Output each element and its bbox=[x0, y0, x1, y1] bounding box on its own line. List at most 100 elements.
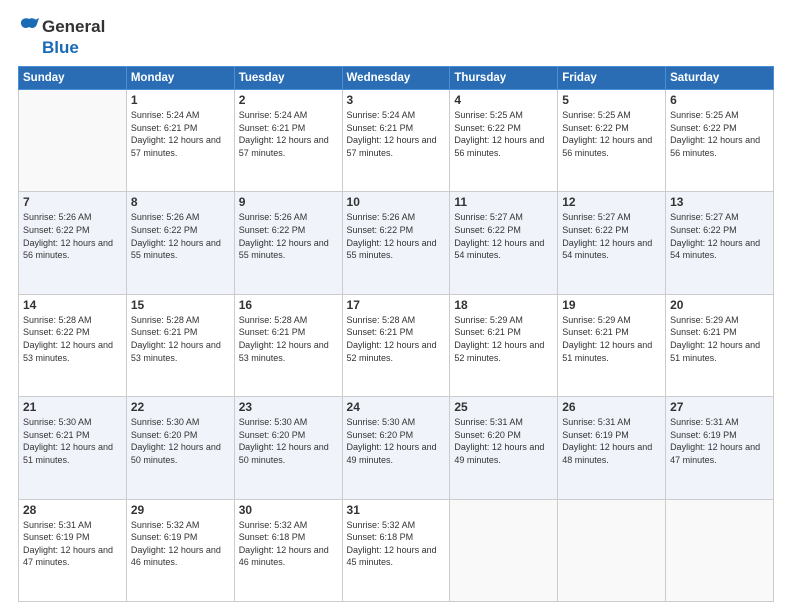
day-number: 22 bbox=[131, 400, 230, 414]
calendar-cell: 5 Sunrise: 5:25 AMSunset: 6:22 PMDaylight… bbox=[558, 90, 666, 192]
calendar-cell: 9 Sunrise: 5:26 AMSunset: 6:22 PMDaylight… bbox=[234, 192, 342, 294]
calendar-cell bbox=[666, 499, 774, 601]
weekday-header-tuesday: Tuesday bbox=[234, 67, 342, 90]
day-number: 12 bbox=[562, 195, 661, 209]
day-info: Sunrise: 5:30 AMSunset: 6:20 PMDaylight:… bbox=[347, 416, 446, 466]
day-number: 10 bbox=[347, 195, 446, 209]
day-info: Sunrise: 5:31 AMSunset: 6:19 PMDaylight:… bbox=[562, 416, 661, 466]
calendar-cell: 28 Sunrise: 5:31 AMSunset: 6:19 PMDayligh… bbox=[19, 499, 127, 601]
day-info: Sunrise: 5:26 AMSunset: 6:22 PMDaylight:… bbox=[347, 211, 446, 261]
day-info: Sunrise: 5:31 AMSunset: 6:19 PMDaylight:… bbox=[23, 519, 122, 569]
day-number: 11 bbox=[454, 195, 553, 209]
day-info: Sunrise: 5:28 AMSunset: 6:21 PMDaylight:… bbox=[347, 314, 446, 364]
calendar-cell: 23 Sunrise: 5:30 AMSunset: 6:20 PMDayligh… bbox=[234, 397, 342, 499]
day-info: Sunrise: 5:25 AMSunset: 6:22 PMDaylight:… bbox=[670, 109, 769, 159]
day-info: Sunrise: 5:30 AMSunset: 6:20 PMDaylight:… bbox=[239, 416, 338, 466]
day-number: 27 bbox=[670, 400, 769, 414]
day-number: 2 bbox=[239, 93, 338, 107]
day-info: Sunrise: 5:29 AMSunset: 6:21 PMDaylight:… bbox=[670, 314, 769, 364]
calendar-cell: 30Sunrise: 5:32 AMSunset: 6:18 PMDayligh… bbox=[234, 499, 342, 601]
day-number: 23 bbox=[239, 400, 338, 414]
calendar-week-row: 1Sunrise: 5:24 AMSunset: 6:21 PMDaylight… bbox=[19, 90, 774, 192]
calendar-cell: 16Sunrise: 5:28 AMSunset: 6:21 PMDayligh… bbox=[234, 294, 342, 396]
calendar-cell: 29 Sunrise: 5:32 AMSunset: 6:19 PMDayligh… bbox=[126, 499, 234, 601]
day-info: Sunrise: 5:27 AMSunset: 6:22 PMDaylight:… bbox=[454, 211, 553, 261]
day-info: Sunrise: 5:32 AMSunset: 6:18 PMDaylight:… bbox=[347, 519, 446, 569]
day-info: Sunrise: 5:27 AMSunset: 6:22 PMDaylight:… bbox=[670, 211, 769, 261]
day-info: Sunrise: 5:29 AMSunset: 6:21 PMDaylight:… bbox=[454, 314, 553, 364]
day-info: Sunrise: 5:24 AMSunset: 6:21 PMDaylight:… bbox=[239, 109, 338, 159]
calendar-table: SundayMondayTuesdayWednesdayThursdayFrid… bbox=[18, 66, 774, 602]
day-number: 29 bbox=[131, 503, 230, 517]
day-number: 15 bbox=[131, 298, 230, 312]
calendar-cell bbox=[558, 499, 666, 601]
weekday-header-wednesday: Wednesday bbox=[342, 67, 450, 90]
calendar-cell: 7 Sunrise: 5:26 AMSunset: 6:22 PMDaylight… bbox=[19, 192, 127, 294]
calendar-cell: 19 Sunrise: 5:29 AMSunset: 6:21 PMDayligh… bbox=[558, 294, 666, 396]
calendar-cell bbox=[450, 499, 558, 601]
day-info: Sunrise: 5:24 AMSunset: 6:21 PMDaylight:… bbox=[347, 109, 446, 159]
day-info: Sunrise: 5:28 AMSunset: 6:21 PMDaylight:… bbox=[131, 314, 230, 364]
day-info: Sunrise: 5:28 AMSunset: 6:22 PMDaylight:… bbox=[23, 314, 122, 364]
calendar-cell: 24 Sunrise: 5:30 AMSunset: 6:20 PMDayligh… bbox=[342, 397, 450, 499]
day-number: 21 bbox=[23, 400, 122, 414]
calendar-cell: 6 Sunrise: 5:25 AMSunset: 6:22 PMDaylight… bbox=[666, 90, 774, 192]
calendar-cell: 2 Sunrise: 5:24 AMSunset: 6:21 PMDaylight… bbox=[234, 90, 342, 192]
calendar-cell: 15 Sunrise: 5:28 AMSunset: 6:21 PMDayligh… bbox=[126, 294, 234, 396]
calendar-week-row: 21Sunrise: 5:30 AMSunset: 6:21 PMDayligh… bbox=[19, 397, 774, 499]
day-number: 16 bbox=[239, 298, 338, 312]
day-info: Sunrise: 5:26 AMSunset: 6:22 PMDaylight:… bbox=[239, 211, 338, 261]
day-number: 6 bbox=[670, 93, 769, 107]
day-number: 28 bbox=[23, 503, 122, 517]
day-info: Sunrise: 5:31 AMSunset: 6:19 PMDaylight:… bbox=[670, 416, 769, 466]
day-info: Sunrise: 5:25 AMSunset: 6:22 PMDaylight:… bbox=[562, 109, 661, 159]
calendar-week-row: 7 Sunrise: 5:26 AMSunset: 6:22 PMDaylight… bbox=[19, 192, 774, 294]
weekday-header-thursday: Thursday bbox=[450, 67, 558, 90]
weekday-header-monday: Monday bbox=[126, 67, 234, 90]
logo-bird-icon bbox=[18, 16, 40, 38]
day-number: 14 bbox=[23, 298, 122, 312]
calendar-cell: 1Sunrise: 5:24 AMSunset: 6:21 PMDaylight… bbox=[126, 90, 234, 192]
day-number: 26 bbox=[562, 400, 661, 414]
calendar-cell: 8 Sunrise: 5:26 AMSunset: 6:22 PMDaylight… bbox=[126, 192, 234, 294]
day-number: 9 bbox=[239, 195, 338, 209]
day-number: 4 bbox=[454, 93, 553, 107]
day-number: 13 bbox=[670, 195, 769, 209]
calendar-week-row: 28 Sunrise: 5:31 AMSunset: 6:19 PMDayligh… bbox=[19, 499, 774, 601]
calendar-cell: 13 Sunrise: 5:27 AMSunset: 6:22 PMDayligh… bbox=[666, 192, 774, 294]
day-number: 7 bbox=[23, 195, 122, 209]
calendar-cell: 11 Sunrise: 5:27 AMSunset: 6:22 PMDayligh… bbox=[450, 192, 558, 294]
calendar-week-row: 14 Sunrise: 5:28 AMSunset: 6:22 PMDayligh… bbox=[19, 294, 774, 396]
calendar-cell: 14 Sunrise: 5:28 AMSunset: 6:22 PMDayligh… bbox=[19, 294, 127, 396]
day-info: Sunrise: 5:26 AMSunset: 6:22 PMDaylight:… bbox=[131, 211, 230, 261]
day-number: 30 bbox=[239, 503, 338, 517]
day-number: 25 bbox=[454, 400, 553, 414]
calendar-cell: 25 Sunrise: 5:31 AMSunset: 6:20 PMDayligh… bbox=[450, 397, 558, 499]
logo-general-text: General bbox=[42, 17, 105, 37]
day-info: Sunrise: 5:24 AMSunset: 6:21 PMDaylight:… bbox=[131, 109, 230, 159]
day-info: Sunrise: 5:32 AMSunset: 6:19 PMDaylight:… bbox=[131, 519, 230, 569]
weekday-header-row: SundayMondayTuesdayWednesdayThursdayFrid… bbox=[19, 67, 774, 90]
day-number: 17 bbox=[347, 298, 446, 312]
day-info: Sunrise: 5:26 AMSunset: 6:22 PMDaylight:… bbox=[23, 211, 122, 261]
calendar-cell: 17 Sunrise: 5:28 AMSunset: 6:21 PMDayligh… bbox=[342, 294, 450, 396]
day-number: 20 bbox=[670, 298, 769, 312]
calendar-cell: 21Sunrise: 5:30 AMSunset: 6:21 PMDayligh… bbox=[19, 397, 127, 499]
calendar-cell: 3Sunrise: 5:24 AMSunset: 6:21 PMDaylight… bbox=[342, 90, 450, 192]
day-info: Sunrise: 5:29 AMSunset: 6:21 PMDaylight:… bbox=[562, 314, 661, 364]
weekday-header-saturday: Saturday bbox=[666, 67, 774, 90]
day-number: 19 bbox=[562, 298, 661, 312]
day-number: 8 bbox=[131, 195, 230, 209]
calendar-cell: 18Sunrise: 5:29 AMSunset: 6:21 PMDayligh… bbox=[450, 294, 558, 396]
calendar-cell: 4Sunrise: 5:25 AMSunset: 6:22 PMDaylight… bbox=[450, 90, 558, 192]
weekday-header-friday: Friday bbox=[558, 67, 666, 90]
day-info: Sunrise: 5:30 AMSunset: 6:20 PMDaylight:… bbox=[131, 416, 230, 466]
page: General Blue SundayMondayTuesdayWednesda… bbox=[0, 0, 792, 612]
day-number: 31 bbox=[347, 503, 446, 517]
logo-blue-text: Blue bbox=[42, 38, 79, 58]
day-info: Sunrise: 5:31 AMSunset: 6:20 PMDaylight:… bbox=[454, 416, 553, 466]
calendar-cell: 22 Sunrise: 5:30 AMSunset: 6:20 PMDayligh… bbox=[126, 397, 234, 499]
day-info: Sunrise: 5:27 AMSunset: 6:22 PMDaylight:… bbox=[562, 211, 661, 261]
day-number: 24 bbox=[347, 400, 446, 414]
day-number: 5 bbox=[562, 93, 661, 107]
